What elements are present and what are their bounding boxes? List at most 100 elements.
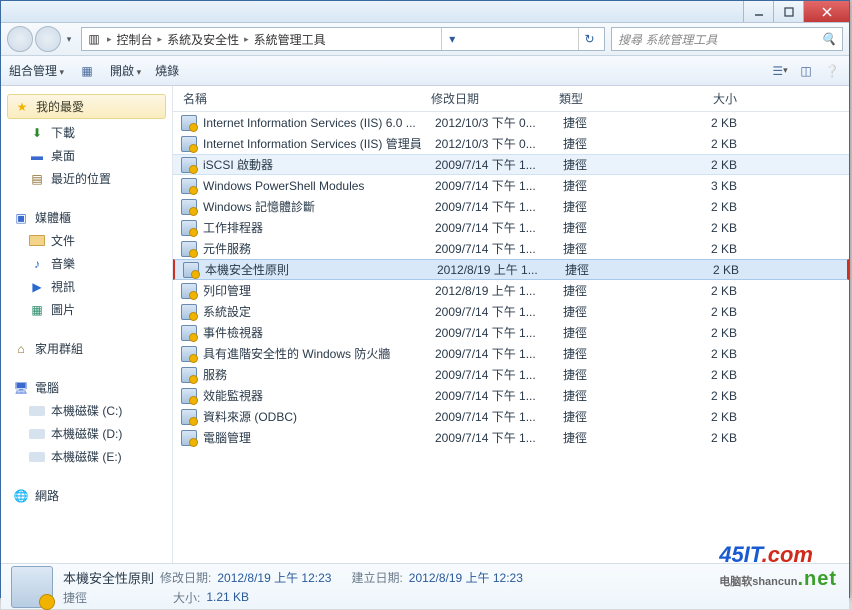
sidebar-item-pictures[interactable]: ▦圖片 — [1, 298, 172, 321]
breadcrumb[interactable]: ▥ ▸ 控制台 ▸ 系統及安全性 ▸ 系統管理工具 ▾ ↻ — [81, 27, 605, 51]
back-button[interactable] — [7, 26, 33, 52]
watermark-logo: 45IT.com 电脑软shancun.net — [719, 542, 837, 591]
shortcut-icon — [181, 115, 197, 131]
list-item[interactable]: Windows PowerShell Modules2009/7/14 下午 1… — [173, 175, 849, 196]
sidebar-item-downloads[interactable]: ⬇下載 — [1, 121, 172, 144]
organize-button[interactable]: 組合管理 — [9, 62, 64, 79]
nav-buttons: ▾ — [7, 26, 75, 52]
item-date: 2012/8/19 上午 1... — [437, 261, 565, 278]
sidebar-item-videos[interactable]: ▶視訊 — [1, 275, 172, 298]
network-header[interactable]: 🌐網路 — [1, 484, 172, 507]
item-size: 2 KB — [681, 284, 777, 298]
item-type: 捷徑 — [563, 345, 681, 362]
item-size: 2 KB — [681, 221, 777, 235]
item-type: 捷徑 — [563, 429, 681, 446]
preview-pane-button[interactable]: ◫ — [797, 62, 815, 80]
crumb-1[interactable]: 系統及安全性 — [167, 31, 239, 48]
sidebar-item-music[interactable]: ♪音樂 — [1, 252, 172, 275]
details-mod-label: 修改日期: — [160, 569, 211, 586]
list-item[interactable]: Windows 記憶體診斷2009/7/14 下午 1...捷徑2 KB — [173, 196, 849, 217]
homegroup-icon: ⌂ — [13, 341, 29, 357]
shortcut-icon — [181, 157, 197, 173]
list-item[interactable]: 系統設定2009/7/14 下午 1...捷徑2 KB — [173, 301, 849, 322]
item-size: 2 KB — [681, 158, 777, 172]
open-button[interactable]: 開啟 — [110, 62, 141, 79]
item-name: 事件檢視器 — [203, 324, 435, 341]
nav-history-dropdown[interactable]: ▾ — [63, 34, 75, 45]
list-item[interactable]: 列印管理2012/8/19 上午 1...捷徑2 KB — [173, 280, 849, 301]
crumb-2[interactable]: 系統管理工具 — [254, 31, 326, 48]
explorer-window: ▾ ▥ ▸ 控制台 ▸ 系統及安全性 ▸ 系統管理工具 ▾ ↻ 搜尋 系統管理工… — [0, 0, 850, 598]
music-icon: ♪ — [29, 256, 45, 272]
burn-button[interactable]: 燒錄 — [155, 62, 179, 79]
item-name: iSCSI 啟動器 — [203, 156, 435, 173]
item-name: 資料來源 (ODBC) — [203, 408, 435, 425]
list-item[interactable]: 本機安全性原則2012/8/19 上午 1...捷徑2 KB — [173, 259, 849, 280]
list-item[interactable]: Internet Information Services (IIS) 管理員2… — [173, 133, 849, 154]
item-type: 捷徑 — [563, 198, 681, 215]
maximize-button[interactable] — [773, 1, 803, 22]
forward-button[interactable] — [35, 26, 61, 52]
sidebar-item-disk-e[interactable]: 本機磁碟 (E:) — [1, 445, 172, 468]
item-date: 2009/7/14 下午 1... — [435, 303, 563, 320]
item-type: 捷徑 — [563, 387, 681, 404]
minimize-button[interactable] — [743, 1, 773, 22]
sidebar-item-documents[interactable]: 文件 — [1, 229, 172, 252]
refresh-icon[interactable]: ↻ — [578, 28, 600, 50]
favorites-header[interactable]: ★我的最愛 — [7, 94, 166, 119]
col-size[interactable]: 大小 — [677, 90, 777, 107]
shortcut-icon — [181, 178, 197, 194]
item-type: 捷徑 — [563, 303, 681, 320]
list-item[interactable]: iSCSI 啟動器2009/7/14 下午 1...捷徑2 KB — [173, 154, 849, 175]
item-size: 2 KB — [681, 116, 777, 130]
close-button[interactable] — [803, 1, 849, 22]
item-name: 工作排程器 — [203, 219, 435, 236]
sidebar-item-desktop[interactable]: ▬桌面 — [1, 144, 172, 167]
item-type: 捷徑 — [563, 135, 681, 152]
item-name: Windows 記憶體診斷 — [203, 198, 435, 215]
item-name: Windows PowerShell Modules — [203, 179, 435, 193]
item-date: 2012/10/3 下午 0... — [435, 135, 563, 152]
crumb-0[interactable]: 控制台 — [117, 31, 153, 48]
list-item[interactable]: Internet Information Services (IIS) 6.0 … — [173, 112, 849, 133]
sidebar-item-disk-d[interactable]: 本機磁碟 (D:) — [1, 422, 172, 445]
item-date: 2009/7/14 下午 1... — [435, 177, 563, 194]
libraries-header[interactable]: ▣媒體櫃 — [1, 206, 172, 229]
sidebar-item-disk-c[interactable]: 本機磁碟 (C:) — [1, 399, 172, 422]
item-size: 2 KB — [681, 242, 777, 256]
previous-locations-dropdown[interactable]: ▾ — [441, 28, 463, 50]
search-input[interactable]: 搜尋 系統管理工具 🔍 — [611, 27, 843, 51]
list-item[interactable]: 元件服務2009/7/14 下午 1...捷徑2 KB — [173, 238, 849, 259]
col-date[interactable]: 修改日期 — [431, 90, 559, 107]
computer-header[interactable]: 🖥電腦 — [1, 376, 172, 399]
shortcut-icon — [181, 136, 197, 152]
list-item[interactable]: 具有進階安全性的 Windows 防火牆2009/7/14 下午 1...捷徑2… — [173, 343, 849, 364]
list-item[interactable]: 資料來源 (ODBC)2009/7/14 下午 1...捷徑2 KB — [173, 406, 849, 427]
item-name: 系統設定 — [203, 303, 435, 320]
titlebar — [1, 1, 849, 23]
list-item[interactable]: 事件檢視器2009/7/14 下午 1...捷徑2 KB — [173, 322, 849, 343]
item-date: 2009/7/14 下午 1... — [435, 240, 563, 257]
library-icon: ▣ — [13, 210, 29, 226]
view-options-button[interactable]: ☰ — [771, 62, 789, 80]
item-size: 2 KB — [681, 200, 777, 214]
item-type: 捷徑 — [563, 240, 681, 257]
list-item[interactable]: 電腦管理2009/7/14 下午 1...捷徑2 KB — [173, 427, 849, 448]
item-date: 2009/7/14 下午 1... — [435, 156, 563, 173]
item-type: 捷徑 — [563, 408, 681, 425]
list-item[interactable]: 服務2009/7/14 下午 1...捷徑2 KB — [173, 364, 849, 385]
col-name[interactable]: 名稱 — [173, 90, 431, 107]
col-type[interactable]: 類型 — [559, 90, 677, 107]
details-size-value: 1.21 KB — [206, 590, 249, 604]
item-type: 捷徑 — [563, 156, 681, 173]
list-item[interactable]: 工作排程器2009/7/14 下午 1...捷徑2 KB — [173, 217, 849, 238]
list-item[interactable]: 效能監視器2009/7/14 下午 1...捷徑2 KB — [173, 385, 849, 406]
search-icon: 🔍 — [821, 32, 836, 46]
shortcut-icon — [181, 283, 197, 299]
details-size-label: 大小: — [173, 589, 200, 606]
help-button[interactable]: ❔ — [823, 62, 841, 80]
homegroup-header[interactable]: ⌂家用群組 — [1, 337, 172, 360]
details-mod-value: 2012/8/19 上午 12:23 — [217, 569, 331, 586]
sidebar-item-recent[interactable]: ▤最近的位置 — [1, 167, 172, 190]
recent-icon: ▤ — [29, 171, 45, 187]
